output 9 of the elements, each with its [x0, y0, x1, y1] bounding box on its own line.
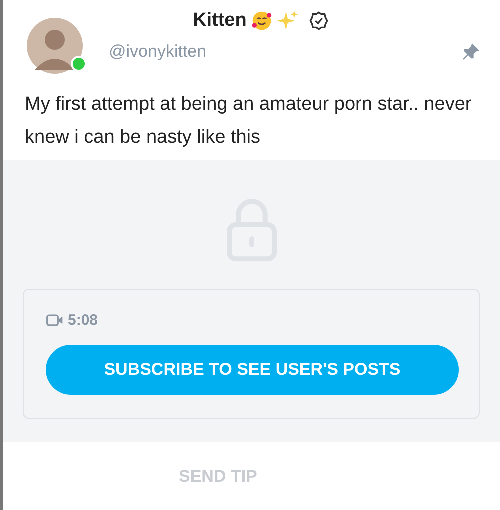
author-handle[interactable]: @ivonykitten [109, 42, 207, 62]
avatar[interactable] [27, 18, 83, 74]
sparkles-icon [276, 10, 299, 32]
smiling-face-icon [250, 10, 273, 32]
video-duration: 5:08 [68, 312, 98, 329]
post-caption: My first attempt at being an amateur porn star.. never knew i can be nasty like this [25, 93, 473, 150]
subscribe-button[interactable]: SUBSCRIBE TO SEE USER'S POSTS [46, 345, 459, 395]
author-name[interactable]: Kitten [193, 10, 247, 32]
video-camera-icon [46, 313, 64, 328]
